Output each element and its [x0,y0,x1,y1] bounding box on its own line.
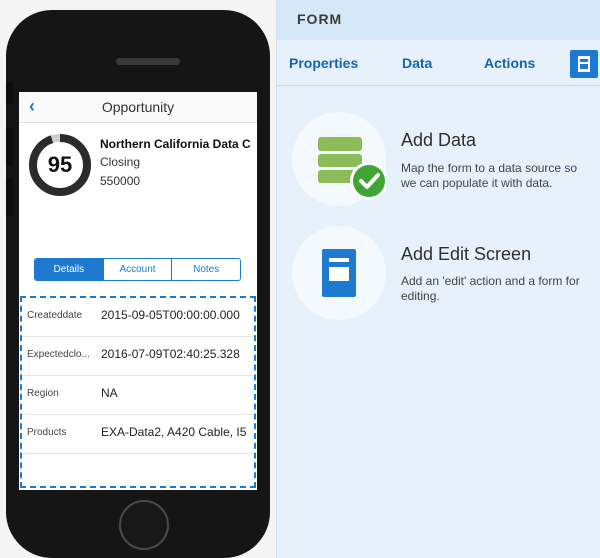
edit-screen-icon [322,249,356,297]
form-layout-icon [578,56,590,72]
tab-account[interactable]: Account [102,259,172,280]
tab-actions[interactable]: Actions [484,55,535,71]
field-row-products[interactable]: Products EXA-Data2, A420 Cable, I5 [22,415,254,454]
add-edit-screen-action[interactable] [292,226,386,320]
phone-mute-switch [6,82,13,104]
add-data-title[interactable]: Add Data [401,130,476,151]
phone-volume-up [6,128,13,166]
field-row-region[interactable]: Region NA [22,376,254,415]
phone-volume-down [6,178,13,216]
phone-screen: ‹ Opportunity 95 Northern California Dat… [19,92,257,490]
detail-tabs: Details Account Notes [34,258,241,281]
field-value: 2015-09-05T00:00:00.000 [101,308,240,322]
form-fields-selection[interactable]: Createddate 2015-09-05T00:00:00.000 Expe… [20,296,256,488]
score-value: 95 [47,152,73,177]
field-label: Expectedclo... [27,349,90,360]
panel-title: FORM [297,11,343,27]
panel-tabs: Properties Data Actions [277,40,600,86]
add-data-action[interactable] [292,112,388,206]
panel-header: FORM [277,0,600,40]
add-edit-screen-description: Add an 'edit' action and a form for edit… [401,274,580,303]
opportunity-stage: Closing [100,155,141,169]
add-edit-screen-title[interactable]: Add Edit Screen [401,244,531,265]
opportunity-amount: 550000 [100,174,141,188]
tab-details[interactable]: Details [35,259,103,280]
field-value: EXA-Data2, A420 Cable, I5 [101,425,247,439]
phone-speaker [116,58,180,65]
phone-home-button [119,500,169,550]
nav-title: Opportunity [101,99,175,115]
opportunity-name: Northern California Data C [100,137,251,151]
field-label: Region [27,388,59,399]
tab-notes[interactable]: Notes [171,259,240,280]
tab-properties[interactable]: Properties [289,55,358,71]
field-row-createddate[interactable]: Createddate 2015-09-05T00:00:00.000 [22,298,254,337]
add-data-description: Map the form to a data source so we can … [401,161,578,190]
phone-preview-area: ‹ Opportunity 95 Northern California Dat… [0,0,276,558]
field-value: NA [101,386,118,400]
form-panel: FORM Properties Data Actions Add Data Ma… [276,0,600,558]
tab-data[interactable]: Data [402,55,432,71]
field-label: Products [27,427,67,438]
nav-bar: ‹ Opportunity [19,92,257,123]
field-value: 2016-07-09T02:40:25.328 [101,347,240,361]
database-check-icon [318,137,388,200]
form-layout-button[interactable] [570,50,598,78]
field-row-expectedclose[interactable]: Expectedclo... 2016-07-09T02:40:25.328 [22,337,254,376]
field-label: Createddate [27,310,83,321]
